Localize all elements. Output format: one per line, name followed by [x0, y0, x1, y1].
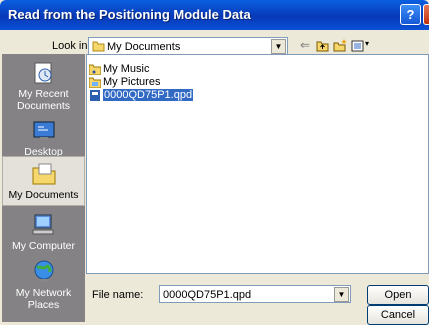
- back-arrow-icon[interactable]: ⇐: [300, 38, 310, 52]
- list-item[interactable]: My Pictures: [89, 75, 160, 89]
- places-bar: My Recent Documents Desktop My Documents…: [2, 54, 85, 322]
- file-name-value: 0000QD75P1.qpd: [163, 289, 252, 301]
- file-name: My Music: [103, 63, 150, 75]
- file-name: 0000QD75P1.qpd: [103, 89, 194, 101]
- look-in-label: Look in:: [52, 40, 91, 52]
- music-folder-icon: [89, 64, 101, 75]
- folder-icon: [92, 41, 105, 52]
- close-button[interactable]: X: [423, 4, 429, 25]
- look-in-dropdown[interactable]: My Documents ▼: [88, 37, 288, 55]
- file-name: My Pictures: [103, 76, 161, 88]
- place-label: My Documents: [8, 189, 79, 201]
- place-my-computer[interactable]: My Computer: [2, 212, 85, 257]
- recent-documents-icon: [34, 62, 51, 84]
- open-button[interactable]: Open: [367, 285, 429, 305]
- view-menu-icon[interactable]: [351, 40, 365, 52]
- place-label: My Network Places: [15, 287, 72, 311]
- network-places-icon: [34, 260, 53, 282]
- title-bar: Read from the Positioning Module Data ? …: [0, 0, 429, 30]
- place-label: My Computer: [11, 240, 75, 252]
- file-name-label: File name:: [92, 289, 144, 301]
- my-documents-icon: [32, 163, 55, 185]
- file-name-input[interactable]: 0000QD75P1.qpd ▼: [159, 285, 351, 303]
- file-icon: [90, 89, 100, 101]
- list-item[interactable]: 0000QD75P1.qpd: [89, 88, 194, 102]
- desktop-icon: [33, 121, 54, 140]
- place-my-documents[interactable]: My Documents: [2, 156, 85, 206]
- chevron-down-icon[interactable]: ▼: [271, 39, 286, 54]
- window-title: Read from the Positioning Module Data: [8, 7, 251, 22]
- file-list[interactable]: My Music My Pictures 0000QD75P1.qpd: [86, 54, 429, 274]
- cancel-button[interactable]: Cancel: [367, 305, 429, 325]
- my-computer-icon: [32, 214, 53, 235]
- place-desktop[interactable]: Desktop: [2, 118, 85, 160]
- place-my-network-places[interactable]: My Network Places: [2, 259, 85, 319]
- up-folder-icon[interactable]: [316, 40, 329, 52]
- chevron-down-icon[interactable]: ▼: [334, 287, 349, 302]
- view-menu-arrow-icon[interactable]: ▾: [365, 39, 369, 48]
- help-button[interactable]: ?: [400, 4, 421, 25]
- new-folder-icon[interactable]: [333, 38, 348, 52]
- place-label: My Recent Documents: [16, 88, 71, 112]
- list-item[interactable]: My Music: [89, 62, 149, 76]
- pictures-folder-icon: [89, 77, 101, 88]
- place-my-recent-documents[interactable]: My Recent Documents: [2, 60, 85, 115]
- look-in-value: My Documents: [107, 41, 181, 53]
